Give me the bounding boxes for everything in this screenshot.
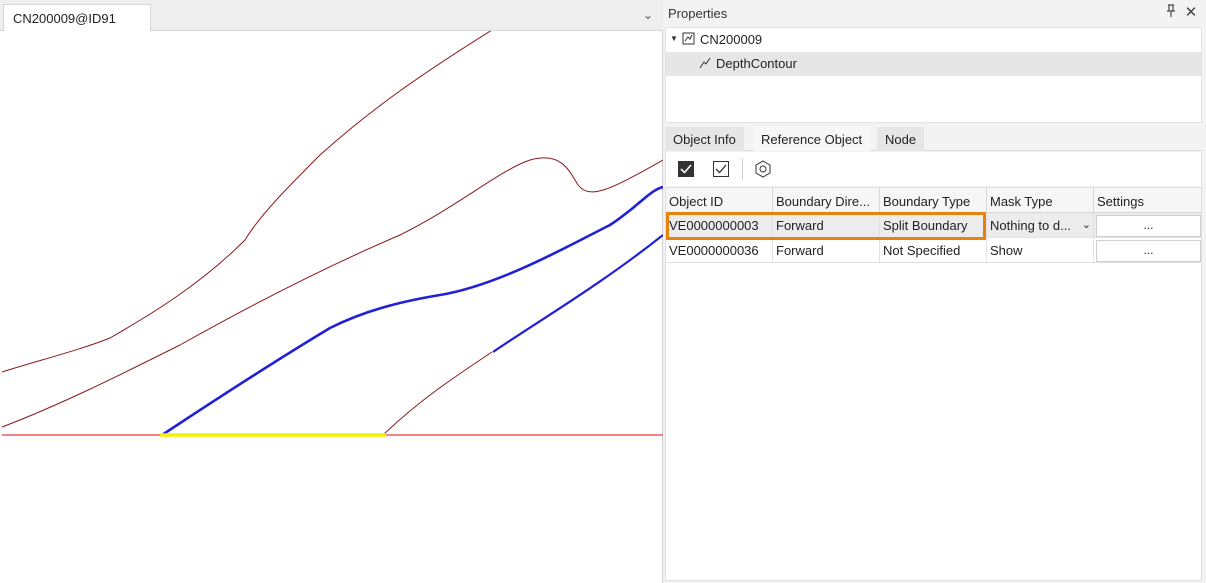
tab-object-info[interactable]: Object Info bbox=[665, 127, 744, 151]
settings-button[interactable]: ... bbox=[1096, 240, 1201, 262]
tab-node[interactable]: Node bbox=[877, 127, 925, 151]
properties-panel: Properties ✕ ▼ CN200009 DepthContour Obj… bbox=[663, 0, 1206, 583]
tree-item-depthcontour[interactable]: DepthContour bbox=[666, 52, 1201, 76]
table-row[interactable]: VE0000000036 Forward Not Specified Show … bbox=[666, 238, 1201, 263]
tree-child-label: DepthContour bbox=[716, 56, 797, 71]
column-settings[interactable]: Settings bbox=[1094, 188, 1201, 213]
layer-grid-icon bbox=[682, 32, 695, 45]
grid-header: Object ID Boundary Dire... Boundary Type… bbox=[666, 188, 1201, 213]
cell-direction: Forward bbox=[773, 213, 880, 238]
brown-contour-lower bbox=[383, 351, 493, 435]
document-tab-bar: CN200009@ID91 ⌄ bbox=[0, 0, 663, 31]
blue-contour-main bbox=[161, 185, 663, 437]
cell-mask-type[interactable]: Show bbox=[987, 238, 1094, 263]
document-tab[interactable]: CN200009@ID91 bbox=[3, 4, 151, 31]
column-mask-type[interactable]: Mask Type bbox=[987, 188, 1094, 213]
column-boundary-type[interactable]: Boundary Type bbox=[880, 188, 987, 213]
reference-object-grid: Object ID Boundary Dire... Boundary Type… bbox=[665, 187, 1202, 581]
mask-type-select[interactable]: Nothing to d... ⌄ bbox=[987, 213, 1094, 238]
close-icon[interactable]: ✕ bbox=[1182, 3, 1200, 21]
checkbox-outline-icon[interactable] bbox=[711, 159, 731, 179]
cell-boundary-type: Not Specified bbox=[880, 238, 987, 263]
pin-icon[interactable] bbox=[1163, 4, 1179, 22]
reference-toolbar bbox=[665, 152, 1202, 186]
column-boundary-direction[interactable]: Boundary Dire... bbox=[773, 188, 880, 213]
cell-boundary-type: Split Boundary bbox=[880, 213, 987, 238]
chevron-down-icon[interactable]: ⌄ bbox=[1082, 218, 1091, 231]
tree-item-root[interactable]: ▼ CN200009 bbox=[666, 28, 1201, 52]
checkbox-filled-icon[interactable] bbox=[676, 159, 696, 179]
toolbar-separator bbox=[742, 158, 743, 180]
properties-titlebar: Properties ✕ bbox=[663, 0, 1206, 26]
cell-object-id: VE0000000036 bbox=[666, 238, 773, 263]
properties-tabs: Object Info Reference Object Node bbox=[665, 127, 1202, 151]
mask-type-value: Nothing to d... bbox=[990, 218, 1071, 233]
tab-reference-object[interactable]: Reference Object bbox=[753, 127, 871, 151]
blue-contour-lower bbox=[492, 234, 663, 353]
column-object-id[interactable]: Object ID bbox=[666, 188, 773, 213]
table-row[interactable]: VE0000000003 Forward Split Boundary Noth… bbox=[666, 213, 1201, 238]
cell-object-id: VE0000000003 bbox=[666, 213, 773, 238]
map-canvas[interactable] bbox=[0, 31, 663, 583]
map-document-pane: CN200009@ID91 ⌄ bbox=[0, 0, 663, 583]
chevron-down-icon[interactable]: ⌄ bbox=[639, 6, 657, 24]
cell-direction: Forward bbox=[773, 238, 880, 263]
brown-contour-middle bbox=[1, 157, 663, 428]
expand-triangle-icon[interactable]: ▼ bbox=[670, 34, 678, 43]
settings-button[interactable]: ... bbox=[1096, 215, 1201, 237]
properties-title: Properties bbox=[668, 6, 728, 21]
hexagon-nut-icon[interactable] bbox=[753, 159, 773, 179]
brown-contour-upper bbox=[1, 31, 492, 373]
tree-root-label: CN200009 bbox=[700, 32, 763, 47]
polyline-icon bbox=[699, 57, 711, 69]
object-tree: ▼ CN200009 DepthContour bbox=[665, 27, 1202, 123]
